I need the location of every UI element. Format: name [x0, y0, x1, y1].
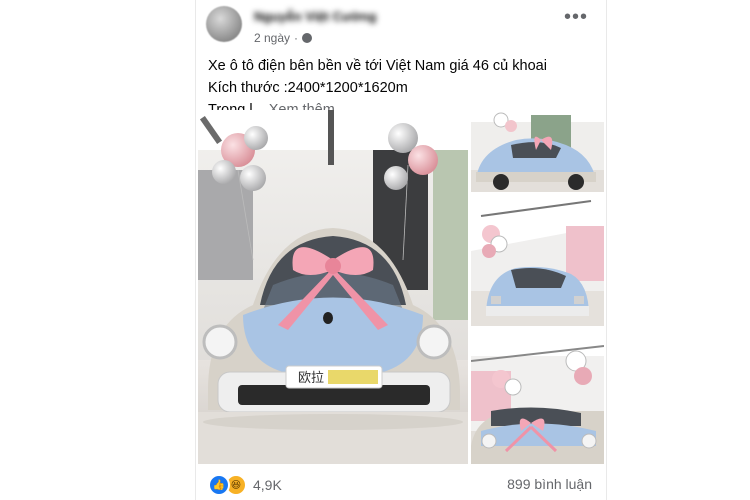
- post-time[interactable]: 2 ngày: [254, 31, 290, 45]
- photo-showroom-view[interactable]: [471, 331, 604, 464]
- like-icon: 👍: [208, 474, 230, 496]
- photo-main[interactable]: 欧拉: [198, 110, 468, 464]
- photo-side-view[interactable]: [471, 110, 604, 192]
- car-front-image: 欧拉: [198, 110, 468, 464]
- post-footer: 👍 😆 4,9K 899 bình luận: [208, 472, 598, 496]
- reaction-count: 4,9K: [253, 477, 282, 493]
- car-rear-image: [471, 196, 604, 326]
- author-avatar[interactable]: [206, 6, 242, 42]
- reaction-summary[interactable]: 👍 😆 4,9K: [208, 474, 282, 496]
- meta-separator: ·: [294, 31, 299, 45]
- more-options-icon[interactable]: •••: [564, 6, 588, 29]
- comment-count-link[interactable]: 899 bình luận: [507, 476, 592, 492]
- author-name[interactable]: Nguyễn Việt Cường: [254, 9, 376, 24]
- globe-icon: [302, 33, 313, 43]
- photo-badge-text: 欧拉: [298, 371, 324, 386]
- photo-rear-view[interactable]: [471, 196, 604, 326]
- car-side-image: [471, 110, 604, 192]
- caption-line-2: Kích thước :2400*1200*1620m: [208, 80, 408, 96]
- caption-line-1: Xe ô tô điện bên bền về tới Việt Nam giá…: [208, 58, 547, 74]
- car-showroom-image: [471, 331, 604, 464]
- facebook-post: Nguyễn Việt Cường 2 ngày · ••• Xe ô tô đ…: [195, 0, 607, 500]
- post-meta: 2 ngày ·: [254, 31, 313, 45]
